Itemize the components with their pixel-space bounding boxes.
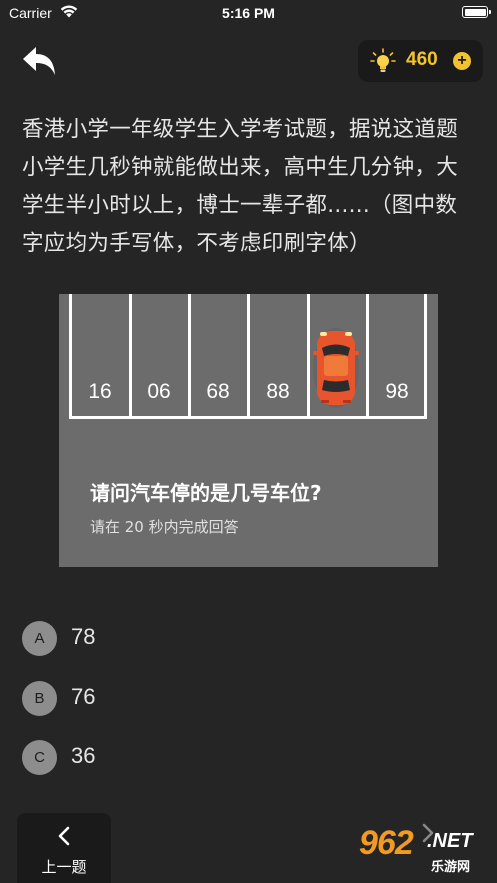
- back-arrow-icon[interactable]: [20, 44, 58, 78]
- score-pill[interactable]: 460 +: [358, 40, 483, 82]
- watermark-net: .NET: [427, 830, 473, 852]
- battery-icon: [462, 6, 491, 18]
- watermark-site: 乐游网: [431, 860, 471, 875]
- option-letter: C: [22, 740, 57, 775]
- previous-question-button[interactable]: 上一题: [17, 813, 111, 883]
- previous-question-label: 上一题: [41, 858, 87, 876]
- slot-number: 16: [88, 380, 112, 403]
- option-c[interactable]: C 36: [22, 740, 322, 776]
- puzzle-image: 16 06 68 88 98 请问汽车停的是几号车位? 请在 20 秒内完成回答: [59, 294, 438, 567]
- question-text: 香港小学一年级学生入学考试题，据说这道题小学生几秒钟就能做出来，高中生几分钟，大…: [22, 117, 459, 256]
- parking-lot: 16 06 68 88 98: [69, 294, 427, 419]
- watermark-logo: 962 .NET 乐游网: [353, 824, 493, 880]
- option-b[interactable]: B 76: [22, 681, 322, 717]
- status-time: 5:16 PM: [222, 5, 275, 21]
- lightbulb-icon: [370, 48, 396, 72]
- option-value: 78: [71, 624, 96, 649]
- status-bar: Carrier 5:16 PM: [0, 0, 497, 28]
- watermark-number: 962: [359, 824, 414, 862]
- slot-number: 88: [266, 380, 290, 403]
- plus-icon[interactable]: +: [453, 52, 471, 70]
- car-icon: [313, 328, 359, 408]
- slot-number: 68: [206, 380, 230, 403]
- puzzle-question: 请问汽车停的是几号车位?: [90, 481, 322, 505]
- option-value: 36: [71, 743, 96, 768]
- score-value: 460: [406, 49, 438, 70]
- slot-number: 06: [147, 380, 171, 403]
- option-letter: A: [22, 621, 57, 656]
- option-a[interactable]: A 78: [22, 621, 322, 657]
- option-letter: B: [22, 681, 57, 716]
- slot-number: 98: [385, 380, 409, 403]
- chevron-left-icon: [58, 826, 70, 846]
- puzzle-hint: 请在 20 秒内完成回答: [90, 518, 239, 536]
- slot-divider: [307, 294, 310, 416]
- option-value: 76: [71, 684, 96, 709]
